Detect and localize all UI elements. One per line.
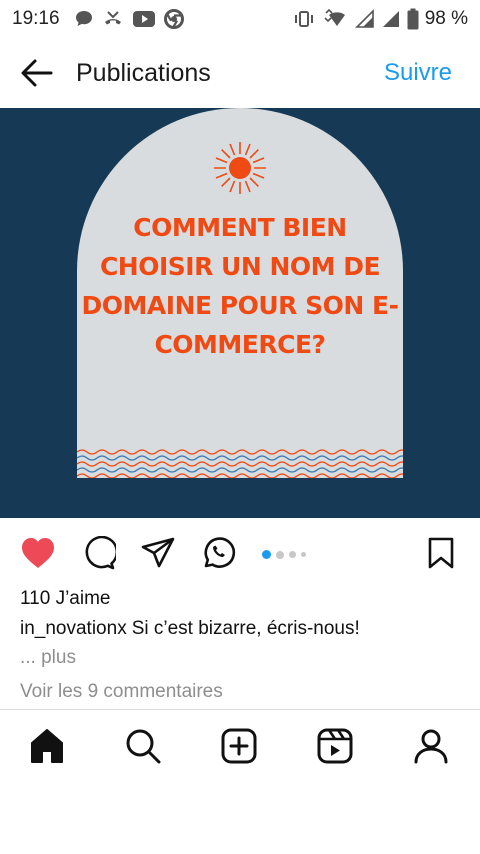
signal-icon [354,9,375,29]
battery-icon [407,8,419,30]
arrow-left-icon[interactable] [20,56,54,90]
caption-text: Si c’est bizarre, écris-nous! [131,618,360,639]
status-time: 19:16 [12,8,60,29]
carousel-dot [301,552,306,557]
post-headline: COMMENT BIEN CHOISIR UN NOM DE DOMAINE P… [81,213,399,359]
missed-call-icon [102,9,124,29]
search-icon[interactable] [124,727,162,770]
wave-decoration [77,449,403,478]
signal-icon [381,9,401,29]
chrome-icon [163,9,184,29]
view-comments-link[interactable]: Voir les 9 commentaires [20,681,223,703]
youtube-icon [132,10,156,28]
heart-filled-icon[interactable] [20,536,56,575]
reels-icon[interactable] [316,727,354,770]
post-arch-card: COMMENT BIEN CHOISIR UN NOM DE DOMAINE P… [77,108,403,478]
chat-bubble-icon [74,9,94,29]
notification-icons [74,9,184,29]
carousel-dot [289,551,296,558]
bottom-nav [0,710,480,782]
post-caption: in_novationx Si c’est bizarre, écris-nous… [20,618,360,640]
status-bar: 19:16 98 % [0,0,480,38]
create-icon[interactable] [220,727,258,770]
post-actions [0,530,480,578]
carousel-indicator [262,550,306,559]
post-image[interactable]: COMMENT BIEN CHOISIR UN NOM DE DOMAINE P… [0,108,480,518]
system-icons: 98 % [293,8,468,30]
carousel-dot [262,550,271,559]
share-icon[interactable] [140,536,176,575]
bookmark-icon[interactable] [424,536,458,575]
sun-icon [212,140,268,201]
wifi-icon [321,8,349,30]
carousel-dot [276,550,284,559]
profile-icon[interactable] [412,727,450,770]
battery-percent: 98 % [424,8,468,29]
more-link[interactable]: ... plus [20,647,76,669]
likes-count[interactable]: 110 J’aime [20,588,110,610]
comment-icon[interactable] [80,535,119,575]
home-icon[interactable] [28,727,66,770]
follow-button[interactable]: Suivre [384,59,452,87]
page-title: Publications [76,58,211,87]
vibrate-icon [293,9,315,29]
caption-username[interactable]: in_novationx [20,618,127,639]
whatsapp-icon[interactable] [200,536,236,575]
app-header: Publications Suivre [0,38,480,108]
